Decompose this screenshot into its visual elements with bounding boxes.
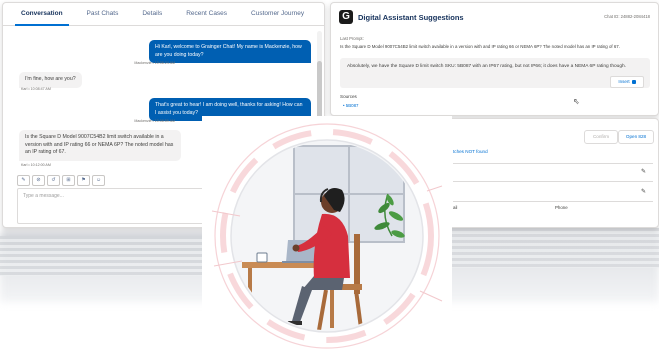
insert-icon: [631, 79, 636, 84]
composer-toolbar: ✎ ⊘ ↺ ⊞ ⚑ ☺: [17, 175, 105, 186]
scrollbar-thumb[interactable]: [317, 61, 322, 121]
mouse-cursor-icon: ⇖: [573, 97, 580, 106]
panel-title: Digital Assistant Suggestions: [358, 13, 464, 22]
shadow-band-left: [0, 236, 205, 276]
mug: [256, 252, 268, 263]
divider: [453, 163, 653, 164]
source-link-text: 5B087: [345, 103, 359, 108]
refresh-icon[interactable]: ↺: [47, 175, 60, 186]
tab-customer-journey[interactable]: Customer Journey: [239, 3, 316, 25]
suggested-answer-text: Absolutely, we have the Square D limit s…: [347, 64, 626, 69]
grainger-logo-icon: G: [339, 10, 353, 24]
confirm-button[interactable]: Confirm: [584, 130, 618, 144]
suggested-answer: Absolutely, we have the Square D limit s…: [340, 58, 650, 88]
pencil-icon[interactable]: ✎: [641, 188, 646, 195]
tab-conversation[interactable]: Conversation: [9, 3, 75, 26]
agent-message: Hi Karl, welcome to Grainger Chat! My na…: [149, 40, 311, 64]
divider: [453, 181, 653, 182]
flag-icon[interactable]: ⚑: [77, 175, 90, 186]
assistant-suggestions-panel: G Digital Assistant Suggestions Chat ID:…: [330, 2, 659, 116]
agent-illustration: [211, 123, 443, 349]
message-meta: Karl • 10:12:00 AM: [21, 163, 51, 167]
tab-bar: Conversation Past Chats Details Recent C…: [3, 3, 324, 26]
sources-label: Sources: [340, 94, 357, 99]
message-meta: Mackenzie • 10:08:59 AM: [134, 119, 175, 123]
insert-button[interactable]: Insert: [610, 76, 644, 88]
tab-details[interactable]: Details: [130, 3, 174, 25]
message-meta: Karl • 10:08:47 AM: [21, 87, 51, 91]
edit-icon[interactable]: ✎: [17, 175, 30, 186]
open-button[interactable]: Open 828: [618, 130, 654, 144]
tab-recent-cases[interactable]: Recent Cases: [174, 3, 239, 25]
last-prompt-label: Last Prompt:: [340, 36, 364, 41]
message-meta: Mackenzie • 10:08:24 AM: [134, 61, 175, 65]
illustration-card: [202, 116, 452, 358]
customer-message: I'm fine, how are you?: [19, 72, 82, 88]
last-prompt-text: Is the Square D Model 9007C54B2 limit sw…: [340, 44, 620, 49]
matches-link[interactable]: tches NOT found: [453, 149, 488, 154]
tab-past-chats[interactable]: Past Chats: [75, 3, 131, 25]
block-icon[interactable]: ⊘: [32, 175, 45, 186]
grid-icon[interactable]: ⊞: [62, 175, 75, 186]
source-link[interactable]: • 5B087: [343, 103, 358, 108]
divider: [453, 201, 653, 202]
email-label: ail: [453, 205, 458, 210]
spoke: [426, 185, 443, 192]
chat-id: Chat ID: 24882-2084418: [604, 14, 650, 19]
insert-button-label: Insert: [618, 79, 630, 84]
customer-message: Is the Square D Model 9007C54B2 limit sw…: [19, 130, 181, 161]
emoji-icon[interactable]: ☺: [92, 175, 105, 186]
pencil-icon[interactable]: ✎: [641, 168, 646, 175]
shadow-band-right: [452, 228, 659, 268]
phone-label: Phone: [555, 205, 568, 210]
spoke: [419, 290, 443, 302]
